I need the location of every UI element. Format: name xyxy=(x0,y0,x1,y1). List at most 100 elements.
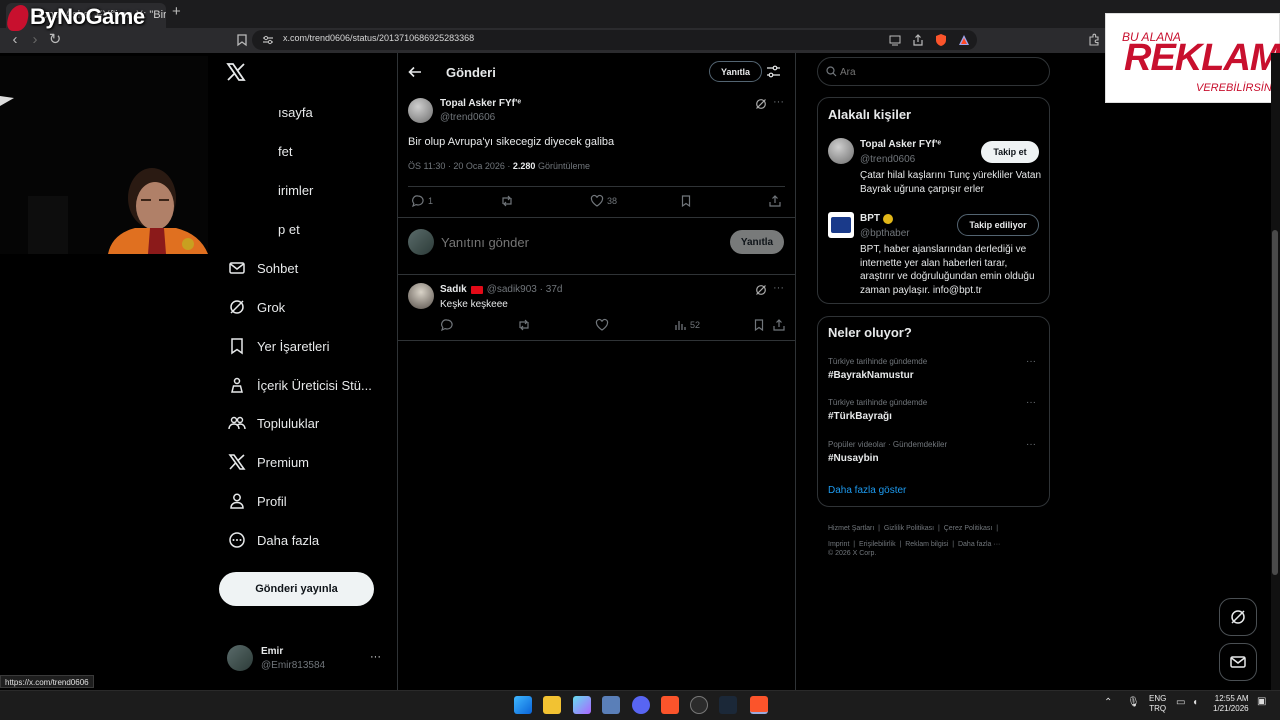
trend-more-button[interactable]: ··· xyxy=(1026,439,1036,450)
person-name[interactable]: BPT xyxy=(860,213,880,224)
reload-icon[interactable]: ↻ xyxy=(47,32,63,48)
app-icon[interactable] xyxy=(690,696,708,714)
repost-icon xyxy=(502,195,512,207)
following-button[interactable]: Takip ediliyor xyxy=(957,214,1039,236)
reply-more-button[interactable]: ··· xyxy=(773,282,784,294)
trend-name[interactable]: #Nusaybin xyxy=(828,453,879,464)
notifications-icon[interactable]: ▣ xyxy=(1257,696,1266,707)
reply-views-action[interactable]: 52 xyxy=(673,318,700,332)
steam-icon[interactable] xyxy=(719,696,737,714)
app-icon[interactable] xyxy=(602,696,620,714)
repost-action[interactable] xyxy=(500,194,517,208)
repost-icon xyxy=(519,319,529,331)
share-icon[interactable] xyxy=(911,33,925,47)
account-avatar[interactable] xyxy=(227,645,253,671)
brave-shields-icon[interactable] xyxy=(934,33,948,47)
post-more-button[interactable]: ··· xyxy=(773,96,784,108)
reply-share-action[interactable] xyxy=(772,318,789,332)
ad-title: REKLAM xyxy=(1124,37,1280,79)
start-menu-icon[interactable] xyxy=(514,696,532,714)
messages-fab[interactable] xyxy=(1219,643,1257,681)
account-more-button[interactable]: ··· xyxy=(370,651,381,663)
footer-link[interactable]: Imprint xyxy=(828,541,849,548)
header-reply-button[interactable]: Yanıtla xyxy=(709,61,762,82)
forward-icon[interactable]: › xyxy=(27,32,43,48)
reply-settings-icon[interactable] xyxy=(766,64,781,79)
reply-author-name[interactable]: Sadık xyxy=(440,284,467,295)
person-name[interactable]: Topal Asker FYf'ᵉ xyxy=(860,139,941,150)
x-logo-icon[interactable] xyxy=(226,62,246,82)
nav-creator-studio[interactable]: İçerik Üreticisi Stü... xyxy=(228,373,372,397)
microphone-icon[interactable]: 🎙 xyxy=(1127,697,1140,708)
language-indicator[interactable]: ENG TRQ xyxy=(1149,694,1166,714)
footer-link[interactable]: Çerez Politikası xyxy=(944,525,993,532)
cast-icon[interactable] xyxy=(888,33,902,47)
nav-communities[interactable]: Topluluklar xyxy=(228,411,319,435)
reply-icon xyxy=(441,319,453,332)
clock[interactable]: 12:55 AM 1/21/2026 xyxy=(1213,694,1249,714)
share-action[interactable] xyxy=(768,194,785,208)
nav-chat[interactable]: Sohbet xyxy=(228,256,298,280)
reply-author-avatar[interactable] xyxy=(408,283,434,309)
brave-rewards-icon[interactable] xyxy=(957,33,971,47)
extensions-icon[interactable] xyxy=(1087,33,1101,47)
post-author-handle[interactable]: @trend0606 xyxy=(440,112,495,123)
scrollbar-thumb[interactable] xyxy=(1272,230,1278,575)
site-settings-icon[interactable] xyxy=(261,33,275,47)
back-arrow-icon[interactable] xyxy=(407,64,423,80)
nav-notifications[interactable]: irimler xyxy=(278,178,313,202)
brave-active-icon[interactable] xyxy=(750,696,768,714)
reply-repost-action[interactable] xyxy=(517,318,534,332)
trend-more-button[interactable]: ··· xyxy=(1026,397,1036,408)
composer-reply-button[interactable]: Yanıtla xyxy=(730,230,784,254)
grok-fab[interactable] xyxy=(1219,598,1257,636)
post-author-name[interactable]: Topal Asker FYf'ᵉ xyxy=(440,98,521,109)
nav-follow[interactable]: p et xyxy=(278,217,300,241)
trend-name[interactable]: #BayrakNamustur xyxy=(828,370,914,381)
app-icon[interactable] xyxy=(573,696,591,714)
nav-grok[interactable]: Grok xyxy=(228,295,285,319)
like-action[interactable]: 38 xyxy=(590,194,617,208)
discord-icon[interactable] xyxy=(632,696,650,714)
reply-input[interactable] xyxy=(441,232,701,252)
back-icon[interactable]: ‹ xyxy=(7,32,23,48)
file-explorer-icon[interactable] xyxy=(543,696,561,714)
new-tab-button[interactable]: + xyxy=(172,4,186,19)
network-icon[interactable]: ▭ xyxy=(1176,697,1185,708)
nav-explore[interactable]: fet xyxy=(278,139,292,163)
nav-bookmarks[interactable]: Yer İşaretleri xyxy=(228,334,330,358)
footer-link[interactable]: Hizmet Şartları xyxy=(828,525,874,532)
tray-chevron-icon[interactable]: ⌃ xyxy=(1104,697,1112,708)
nav-more[interactable]: Daha fazla xyxy=(228,528,319,552)
reply-action[interactable]: 1 xyxy=(411,194,433,208)
post-button[interactable]: Gönderi yayınla xyxy=(219,572,374,606)
bpt-logo[interactable] xyxy=(828,212,854,238)
footer-link[interactable]: Erişilebilirlik xyxy=(859,541,896,548)
bookmark-action[interactable] xyxy=(679,194,696,208)
nav-premium[interactable]: Premium xyxy=(228,450,309,474)
reply-meta[interactable]: @sadik903 · 37d xyxy=(487,284,563,295)
nav-profile[interactable]: Profil xyxy=(228,489,287,513)
account-name[interactable]: Emir xyxy=(261,646,283,657)
bookmark-page-icon[interactable] xyxy=(235,33,249,47)
search-input[interactable] xyxy=(840,64,1040,80)
brave-icon[interactable] xyxy=(661,696,679,714)
post-time[interactable]: ÖS 11:30 · 20 Oca 2026 · xyxy=(408,161,513,171)
post-author-avatar[interactable] xyxy=(408,98,433,123)
volume-icon[interactable]: ◖ xyxy=(1192,697,1198,708)
reply-bookmark-action[interactable] xyxy=(752,318,769,332)
person-avatar[interactable] xyxy=(828,138,854,164)
reply-like-action[interactable] xyxy=(595,318,612,332)
grok-explain-icon[interactable] xyxy=(755,98,767,110)
footer-link[interactable]: Reklam bilgisi xyxy=(905,541,948,548)
footer-link[interactable]: Gizlilik Politikası xyxy=(884,525,934,532)
nav-profile-label: Profil xyxy=(257,493,287,509)
follow-button[interactable]: Takip et xyxy=(981,141,1039,163)
grok-explain-icon[interactable] xyxy=(755,284,767,296)
trend-name[interactable]: #TürkBayrağı xyxy=(828,411,892,422)
footer-link[interactable]: Daha fazla ··· xyxy=(958,541,1000,548)
nav-home[interactable]: ısayfa xyxy=(278,100,313,124)
reply-reply-action[interactable] xyxy=(440,318,457,332)
trend-more-button[interactable]: ··· xyxy=(1026,356,1036,367)
show-more-link[interactable]: Daha fazla göster xyxy=(828,485,906,496)
